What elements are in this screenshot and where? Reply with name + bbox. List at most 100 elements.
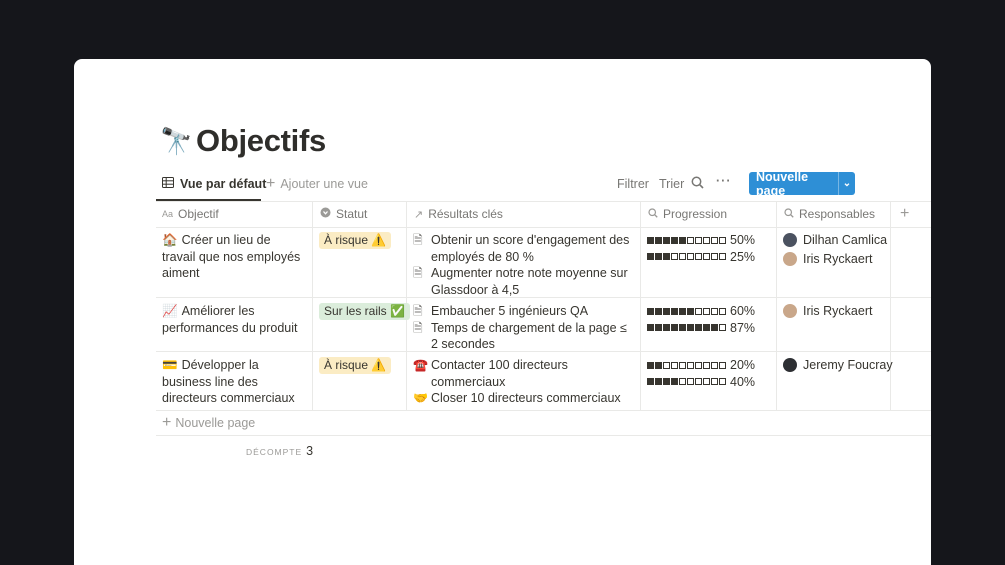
progress-square	[719, 324, 726, 332]
sort-button[interactable]: Trier	[659, 177, 684, 191]
person-chip[interactable]: Dilhan Camlica	[783, 231, 887, 250]
owners-cell[interactable]: Jeremy Foucray	[783, 356, 893, 375]
progress-square	[679, 361, 686, 369]
column-header-key-results[interactable]: ↗ Résultats clés	[414, 201, 503, 227]
progress-square	[655, 307, 662, 315]
house-icon: 🏠	[162, 233, 178, 247]
objective-cell[interactable]: 🏠 Créer un lieu de travail que nos employ…	[162, 232, 307, 282]
progress-item: 50%	[647, 232, 755, 249]
column-label: Responsables	[799, 207, 876, 221]
key-result-link[interactable]: 🗎 Temps de chargement de la page ≤ 2 seco…	[413, 320, 635, 353]
status-cell[interactable]: Sur les rails ✅	[319, 303, 410, 320]
objective-cell[interactable]: 💳 Développer la business line des directe…	[162, 357, 307, 407]
progress-square	[679, 307, 686, 315]
count-summary[interactable]: DÉCOMPTE 3	[246, 444, 313, 458]
page-icon: 🗎	[413, 266, 423, 280]
objective-cell[interactable]: 📈 Améliorer les performances du produit	[162, 303, 307, 336]
chevron-down-icon[interactable]: ⌄	[839, 178, 855, 189]
progress-square	[671, 307, 678, 315]
progress-square	[703, 378, 710, 386]
text-property-icon: Aa	[162, 209, 174, 219]
key-result-text: Contacter 100 directeurs commerciaux	[431, 358, 568, 389]
more-options-icon[interactable]: ···	[716, 174, 732, 188]
progress-bar	[647, 361, 726, 369]
status-cell[interactable]: À risque ⚠️	[319, 357, 392, 374]
page-title[interactable]: Objectifs	[196, 123, 326, 159]
progress-bar	[647, 307, 726, 315]
column-header-owners[interactable]: Responsables	[784, 201, 875, 227]
status-badge: Sur les rails ✅	[319, 303, 410, 320]
handshake-icon: 🤝	[413, 391, 428, 405]
progress-square	[687, 253, 694, 261]
person-name: Dilhan Camlica	[803, 233, 888, 247]
progress-square	[687, 236, 694, 244]
progress-square	[703, 236, 710, 244]
column-header-progress[interactable]: Progression	[648, 201, 727, 227]
telescope-icon[interactable]: 🔭	[160, 126, 196, 157]
progress-square	[687, 378, 694, 386]
progress-square	[695, 307, 702, 315]
key-result-link[interactable]: ☎️ Contacter 100 directeurs commerciaux	[413, 357, 635, 390]
person-chip[interactable]: Iris Ryckaert	[783, 302, 872, 321]
progress-item: 20%	[647, 357, 755, 374]
key-result-text: Augmenter notre note moyenne sur Glassdo…	[431, 266, 628, 297]
progress-item: 87%	[647, 320, 755, 337]
key-result-link[interactable]: 🤝 Closer 10 directeurs commerciaux	[413, 390, 635, 407]
progress-square	[663, 324, 670, 332]
progress-square	[711, 253, 718, 261]
key-result-link[interactable]: 🗎 Embaucher 5 ingénieurs QA	[413, 303, 635, 320]
key-results-cell[interactable]: ☎️ Contacter 100 directeurs commerciaux 🤝…	[413, 357, 635, 407]
key-result-link[interactable]: 🗎 Augmenter notre note moyenne sur Glassd…	[413, 265, 635, 298]
progress-square	[663, 361, 670, 369]
filter-button[interactable]: Filtrer	[617, 177, 649, 191]
progress-square	[671, 253, 678, 261]
owners-cell[interactable]: Iris Ryckaert	[783, 302, 872, 321]
key-results-cell[interactable]: 🗎 Obtenir un score d'engagement des emplo…	[413, 232, 635, 298]
column-header-objective[interactable]: Aa Objectif	[162, 201, 219, 227]
progress-square	[663, 378, 670, 386]
key-result-text: Closer 10 directeurs commerciaux	[431, 391, 621, 405]
search-icon[interactable]	[691, 176, 704, 192]
objective-text: Créer un lieu de travail que nos employé…	[162, 233, 301, 280]
new-page-button[interactable]: Nouvelle page ⌄	[749, 170, 855, 198]
tab-default-view[interactable]: Vue par défaut	[162, 177, 266, 191]
progress-square	[647, 236, 654, 244]
divider	[156, 410, 931, 411]
progress-square	[679, 378, 686, 386]
progress-item: 25%	[647, 249, 755, 266]
avatar	[783, 251, 797, 266]
progress-cell: 50% 25%	[647, 232, 755, 265]
page-icon: 🗎	[413, 320, 423, 335]
add-new-page-row[interactable]: + Nouvelle page	[162, 415, 255, 431]
key-result-text: Obtenir un score d'engagement des employ…	[431, 233, 630, 264]
key-result-text: Embaucher 5 ingénieurs QA	[431, 304, 589, 318]
progress-square	[695, 361, 702, 369]
progress-square	[695, 253, 702, 261]
progress-square	[719, 236, 726, 244]
table-icon	[162, 177, 174, 191]
progress-square	[695, 236, 702, 244]
progress-square	[687, 307, 694, 315]
progress-percent: 20%	[730, 358, 756, 372]
progress-percent: 25%	[730, 249, 756, 264]
person-name: Iris Ryckaert	[803, 251, 873, 266]
status-badge: À risque ⚠️	[319, 357, 392, 374]
add-column-button[interactable]: +	[900, 201, 909, 227]
progress-bar	[647, 324, 726, 332]
person-chip[interactable]: Jeremy Foucray	[783, 356, 893, 375]
column-header-status[interactable]: Statut	[320, 201, 367, 227]
progress-square	[687, 324, 694, 332]
progress-percent: 50%	[730, 233, 756, 247]
column-label: Résultats clés	[428, 207, 503, 221]
progress-square	[719, 253, 726, 261]
key-results-cell[interactable]: 🗎 Embaucher 5 ingénieurs QA 🗎 Temps de cha…	[413, 303, 635, 353]
notion-window: 🔭 Objectifs Vue par défaut + Ajouter une…	[74, 59, 931, 565]
progress-square	[671, 361, 678, 369]
divider	[156, 227, 931, 228]
person-chip[interactable]: Iris Ryckaert	[783, 250, 887, 269]
add-view-label: Ajouter une vue	[280, 177, 368, 191]
key-result-link[interactable]: 🗎 Obtenir un score d'engagement des emplo…	[413, 232, 635, 265]
status-cell[interactable]: À risque ⚠️	[319, 232, 392, 249]
owners-cell[interactable]: Dilhan Camlica Iris Ryckaert	[783, 231, 887, 268]
add-view-button[interactable]: + Ajouter une vue	[266, 176, 368, 192]
